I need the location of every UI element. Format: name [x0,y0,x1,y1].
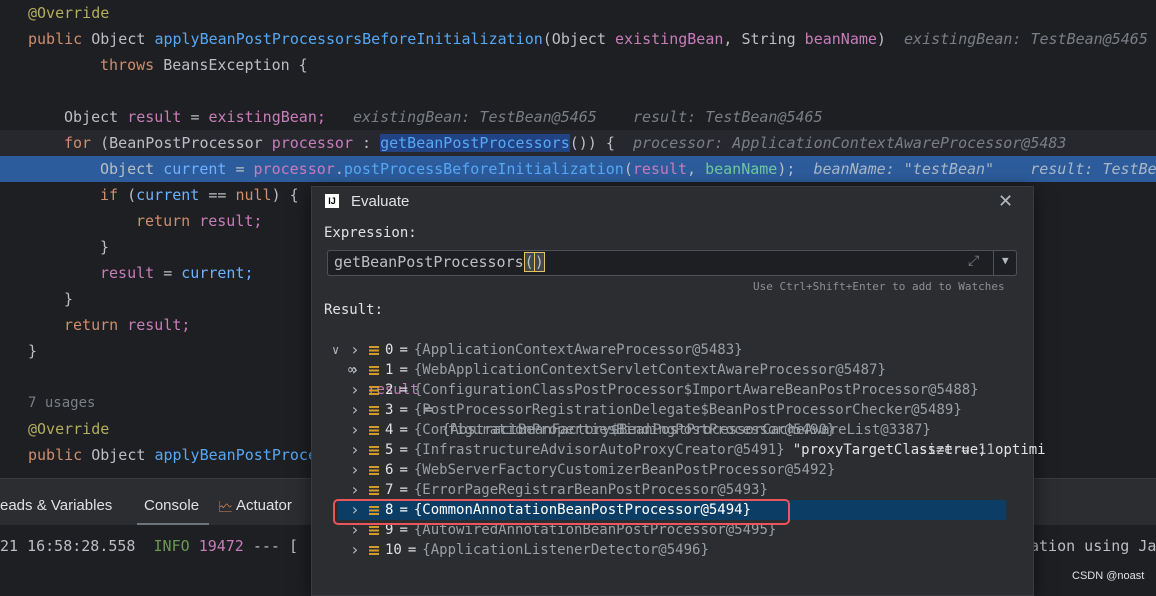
chevron-right-icon[interactable]: › [350,480,360,500]
item-index: 7 [385,482,394,498]
result-item-row[interactable]: › 5 = {InfrastructureAdvisorAutoProxyCreato… [312,440,1046,460]
result-item-text: 4 = {ConfigurationPropertiesBindingPostPro… [385,420,835,440]
inline-debug-hint: result: TestBean@5465 [632,108,823,126]
item-value: {ConfigurationClassPostProcessor$ImportA… [413,382,979,398]
item-index: 1 [385,362,394,378]
inline-debug-hint: processor: ApplicationContextAwareProces… [632,134,1067,152]
field-icon [369,466,379,475]
result-item-text: 1 = {WebApplicationContextServletContextAw… [385,360,886,380]
item-index: 10 [385,542,402,558]
inline-debug-hint: beanName: "testBean" [813,160,995,178]
result-item-text: 5 = {InfrastructureAdvisorAutoProxyCreator… [385,440,1046,460]
item-value: {InfrastructureAdvisorAutoProxyCreator@5… [413,442,785,458]
code-line-for: for (BeanPostProcessor processor : getBe… [0,130,1156,156]
expand-icon[interactable]: ⤢ [968,253,979,269]
expression-label: Expression: [324,225,417,241]
field-icon [369,406,379,415]
chevron-right-icon[interactable]: › [350,380,360,400]
result-label: Result: [324,302,384,318]
result-item-row[interactable]: › 7 = {ErrorPageRegistrarBeanPostProcessor@… [312,480,1012,500]
current-execution-line: Object current = processor.postProcessBe… [0,156,1156,182]
watch-hint: Use Ctrl+Shift+Enter to add to Watches [753,280,1005,293]
highlight-annotation-box [333,499,790,525]
item-value: {PostProcessorRegistrationDelegate$BeanP… [413,402,962,418]
inline-debug-hint: result: TestBe [1030,160,1156,178]
result-item-row[interactable]: › 2 = {ConfigurationClassPostProcessor$Impo… [312,380,1012,400]
chevron-right-icon[interactable]: › [350,360,360,380]
item-value: {WebServerFactoryCustomizerBeanPostProce… [413,462,836,478]
chevron-right-icon[interactable]: › [350,400,360,420]
divider [993,251,994,275]
field-icon [369,366,379,375]
code-line: Object result = existingBean; existingBe… [64,108,823,126]
item-index: 6 [385,462,394,478]
item-equals: = [407,542,417,558]
intellij-logo-icon: IJ [325,194,339,208]
chevron-right-icon[interactable]: › [350,460,360,480]
result-item-text: 3 = {PostProcessorRegistrationDelegate$Bea… [385,400,962,420]
result-item-text: 2 = {ConfigurationClassPostProcessor$Impor… [385,380,979,400]
result-item-row[interactable]: › 10 = {ApplicationListenerDetector@5496} [312,540,1012,560]
field-icon [369,346,379,355]
field-icon [369,546,379,555]
item-value: {ConfigurationPropertiesBindingPostProce… [413,422,836,438]
evaluate-dialog: IJ Evaluate ✕ Expression: getBeanPostPro… [311,186,1046,596]
result-item-row[interactable]: › 0 = {ApplicationContextAwareProcessor@548… [312,340,1012,360]
item-index: 4 [385,422,394,438]
item-equals: = [399,442,408,458]
item-equals: = [399,362,408,378]
result-item-text: 6 = {WebServerFactoryCustomizerBeanPostPro… [385,460,835,480]
field-icon [369,426,379,435]
chevron-right-icon[interactable]: › [350,420,360,440]
item-value: {ApplicationContextAwareProcessor@5483} [413,342,743,358]
tab-console[interactable]: Console [144,497,199,514]
history-dropdown-icon[interactable]: ▼ [1002,254,1009,267]
expression-input[interactable]: getBeanPostProcessors() ⤢ ▼ [327,250,1017,276]
item-equals: = [399,342,408,358]
field-icon [369,486,379,495]
dialog-title: Evaluate [351,193,410,210]
item-value: {ApplicationListenerDetector@5496} [422,542,709,558]
code-line: throws BeansException { [100,56,308,74]
item-index: 5 [385,442,394,458]
field-icon [369,526,379,535]
console-line-tail: ation using Ja [1030,537,1156,555]
inline-debug-hint: existingBean: TestBean@5465 [904,30,1148,48]
result-item-row[interactable]: › 3 = {PostProcessorRegistrationDelegate$Be… [312,400,1012,420]
result-root-row[interactable]: ∨ ∞ result = {AbstractBeanFactory$BeanPo… [312,320,1012,458]
field-icon [369,446,379,455]
result-item-text: 10 = {ApplicationListenerDetector@5496} [385,540,709,560]
result-item-row[interactable]: › 4 = {ConfigurationPropertiesBindingPostPr… [312,420,1012,440]
item-index: 2 [385,382,394,398]
code-line-method-signature: public Object applyBeanPostProcessorsBef… [28,30,1148,48]
item-extra: "proxyTargetClass=true; optimi [792,442,1046,458]
item-equals: = [399,402,408,418]
result-item-row[interactable]: › 6 = {WebServerFactoryCustomizerBeanPostPr… [312,460,1012,480]
item-equals: = [399,482,408,498]
tab-actuator[interactable]: Actuator [236,497,292,514]
chevron-right-icon[interactable]: › [350,340,360,360]
active-tab-indicator [137,523,209,525]
item-equals: = [399,382,408,398]
expression-text: getBeanPostProcessors() [334,252,545,272]
close-icon[interactable]: ✕ [998,191,1013,212]
item-value: {ErrorPageRegistrarBeanPostProcessor@549… [413,482,768,498]
watermark: CSDN @noast [1072,570,1145,582]
item-index: 3 [385,402,394,418]
item-index: 0 [385,342,394,358]
actuator-icon: 🗠 [218,499,234,516]
code-line: @Override [28,4,110,22]
console-line: 21 16:58:28.558 INFO 19472 --- [ [0,537,299,555]
inline-debug-hint: existingBean: TestBean@5465 [353,108,597,126]
tab-threads-variables[interactable]: eads & Variables [0,497,112,514]
chevron-right-icon[interactable]: › [350,540,360,560]
item-value: {WebApplicationContextServletContextAwar… [413,362,886,378]
item-equals: = [399,422,408,438]
chevron-right-icon[interactable]: › [350,440,360,460]
result-item-text: 7 = {ErrorPageRegistrarBeanPostProcessor@5… [385,480,768,500]
result-item-text: 0 = {ApplicationContextAwareProcessor@5483… [385,340,743,360]
field-icon [369,386,379,395]
item-equals: = [399,462,408,478]
result-item-row[interactable]: › 1 = {WebApplicationContextServletContextA… [312,360,1012,380]
